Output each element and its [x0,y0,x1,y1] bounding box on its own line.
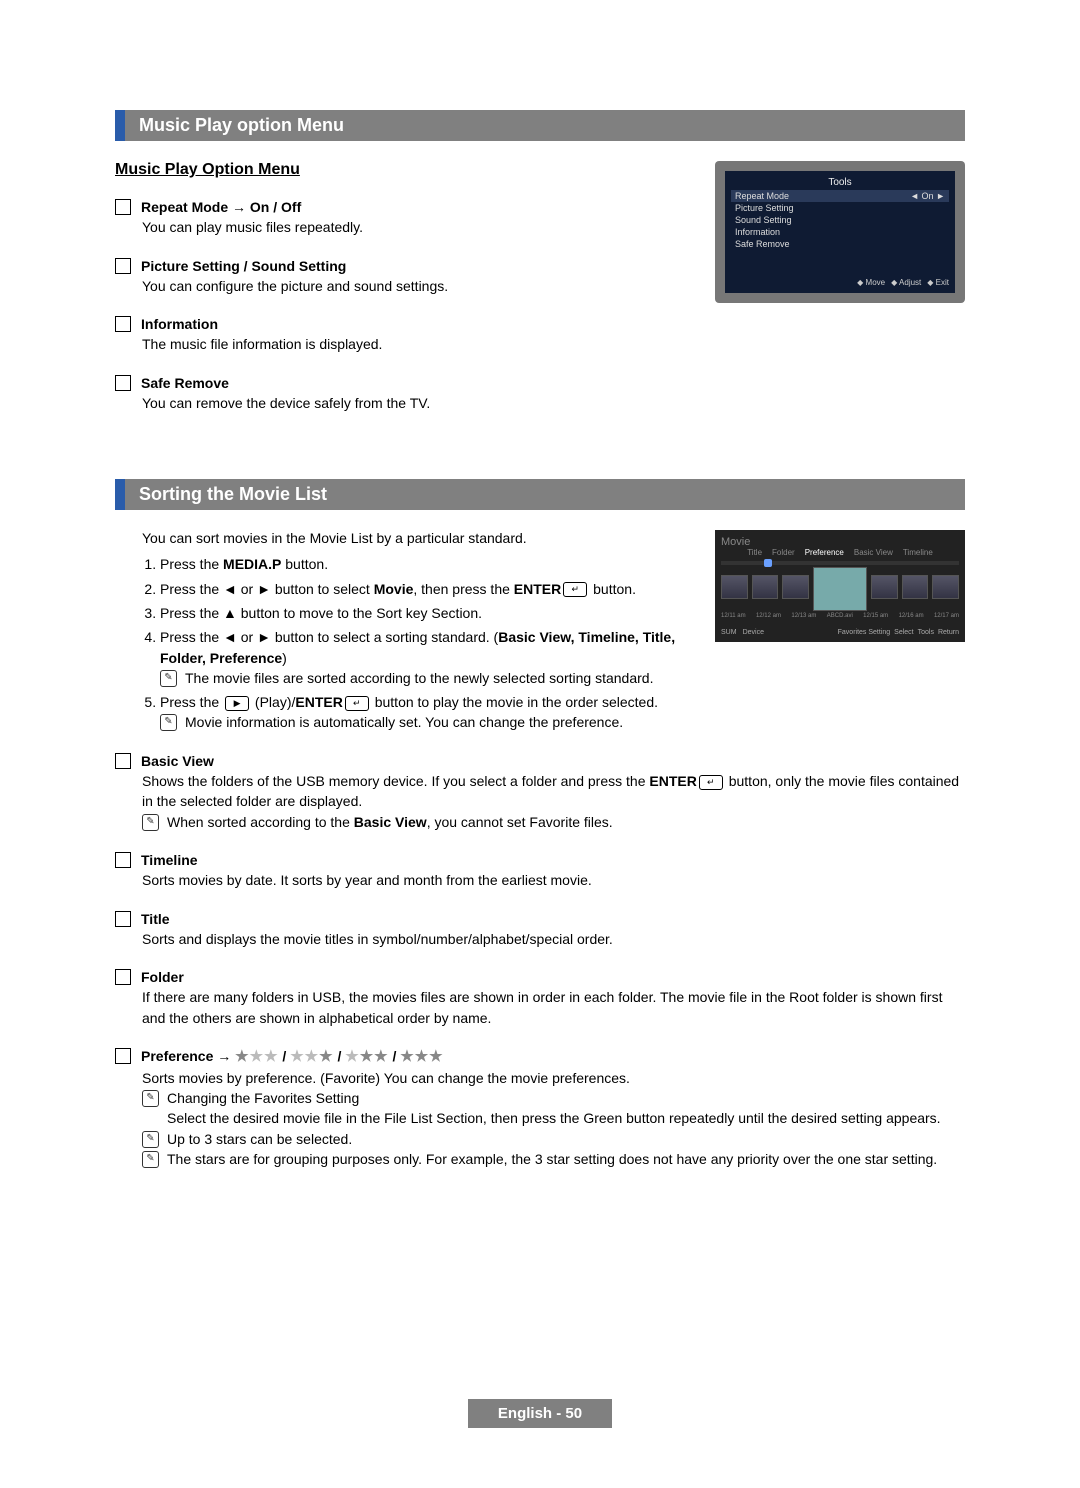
tools-selected-value: On [922,191,934,201]
fig2-foot-sum: SUM [721,629,737,636]
step-5: Press the ▶ (Play)/ENTER↵ button to play… [160,692,965,733]
item-title-safe: Safe Remove [141,373,229,393]
play-icon: ▶ [225,696,249,711]
item-body-folder: If there are many folders in USB, the mo… [142,987,965,1028]
tools-foot-move: Move [857,278,885,287]
thumb [902,575,929,599]
thumb-label: 12/11 am [721,613,746,619]
item-title-pref: Preference → ★★★ / ★★★ / ★★★ / ★★★ [141,1046,444,1068]
fig2-tab-title: Title [747,548,762,557]
footer-text: English - 50 [468,1399,612,1428]
enter-icon: ↵ [563,582,587,597]
fig2-foot-device: Device [743,629,764,636]
tools-row-4: Safe Remove [735,239,790,249]
item-body-info: The music file information is displayed. [142,334,965,354]
thumb [932,575,959,599]
thumb [752,575,779,599]
note-basic: When sorted according to the Basic View,… [167,812,613,832]
item-body-pref: Sorts movies by preference. (Favorite) Y… [142,1068,965,1088]
tools-title: Tools [731,177,949,188]
note-pref-3: The stars are for grouping purposes only… [167,1149,937,1169]
box-icon [115,375,131,391]
item-title-basic: Basic View [141,751,214,771]
item-title-folder: Folder [141,967,184,987]
fig2-foot-return: Return [938,629,959,636]
box-icon [115,911,131,927]
thumb [782,575,809,599]
stars-group-1: ★★★ [235,1048,278,1065]
note-icon: ✎ [142,1151,159,1168]
box-icon [115,316,131,332]
fig2-foot-fav: Favorites Setting [838,629,891,636]
thumb-label: 12/15 am [863,613,888,619]
box-icon [115,258,131,274]
tools-row-0: Repeat Mode [735,191,789,201]
note-icon: ✎ [160,714,177,731]
section-header-sorting: Sorting the Movie List [115,479,965,510]
thumb [721,575,748,599]
tools-foot-adjust: Adjust [891,278,921,287]
item-title-timeline: Timeline [141,850,198,870]
fig2-tab-basic: Basic View [854,548,893,557]
thumb-label: 12/17 am [934,613,959,619]
item-title-picture: Picture Setting / Sound Setting [141,256,346,276]
thumb [871,575,898,599]
fig2-foot-select: Select [894,629,913,636]
item-body-timeline: Sorts movies by date. It sorts by year a… [142,870,965,890]
thumb-selected [813,567,868,611]
tools-row-3: Information [735,227,780,237]
item-title-title: Title [141,909,170,929]
item-title-repeat: Repeat Mode → On / Off [141,197,301,217]
enter-icon: ↵ [345,696,369,711]
box-icon [115,969,131,985]
note-icon: ✎ [142,1131,159,1148]
section-header-music: Music Play option Menu [115,110,965,141]
enter-icon: ↵ [699,775,723,790]
thumb-label: 12/12 am [756,613,781,619]
item-body-basic: Shows the folders of the USB memory devi… [142,771,965,812]
item-body-title: Sorts and displays the movie titles in s… [142,929,965,949]
tools-row-1: Picture Setting [735,203,794,213]
item-body-safe: You can remove the device safely from th… [142,393,965,413]
fig2-foot-tools: Tools [918,629,934,636]
note-icon: ✎ [142,814,159,831]
note-icon: ✎ [142,1090,159,1107]
tools-row-2: Sound Setting [735,215,792,225]
fig2-tab-folder: Folder [772,548,795,557]
arrow-left-icon: ◄ [910,191,919,201]
fig2-tab-timeline: Timeline [903,548,933,557]
figure-movie-list: Movie Title Folder Preference Basic View… [715,530,965,642]
stars-group-2: ★★★ [290,1048,333,1065]
note-pref-1: Changing the Favorites Setting Select th… [167,1088,941,1129]
box-icon [115,1048,131,1064]
box-icon [115,199,131,215]
thumb-label: 12/16 am [899,613,924,619]
box-icon [115,753,131,769]
box-icon [115,852,131,868]
note-icon: ✎ [160,670,177,687]
tools-foot-exit: Exit [927,278,949,287]
stars-group-3: ★★★ [345,1048,388,1065]
fig2-tab-pref: Preference [805,548,844,557]
fig2-title: Movie [721,536,959,548]
page-footer: English - 50 [0,1399,1080,1428]
thumb-label: ABCD.avi [827,613,853,619]
arrow-right-icon: ► [936,191,945,201]
stars-group-4: ★★★ [400,1048,443,1065]
figure-tools-panel: Tools Repeat Mode ◄ On ► Picture Setting… [715,161,965,303]
thumb-label: 12/13 am [791,613,816,619]
item-title-info: Information [141,314,218,334]
note-pref-2: Up to 3 stars can be selected. [167,1129,352,1149]
